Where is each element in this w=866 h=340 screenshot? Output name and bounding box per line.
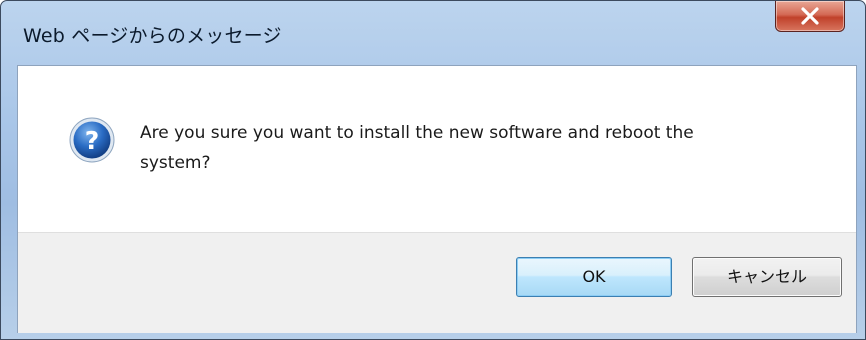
message-line-2: system? [140,153,211,173]
cancel-button[interactable]: キャンセル [692,257,842,297]
message-line-1: Are you sure you want to install the new… [140,123,694,143]
close-icon [801,7,819,25]
question-icon: ? [69,117,115,163]
ok-button[interactable]: OK [516,257,672,297]
title-bar[interactable]: Web ページからのメッセージ [1,1,865,65]
window-title: Web ページからのメッセージ [23,25,282,47]
svg-text:?: ? [85,126,100,155]
message-area: ? Are you sure you want to install the n… [18,66,856,232]
dialog-client-area: ? Are you sure you want to install the n… [17,65,857,333]
message-text: Are you sure you want to install the new… [140,118,820,178]
button-bar: OK キャンセル [18,232,856,333]
dialog-window: Web ページからのメッセージ ? Are you sure you want … [0,0,866,340]
close-button[interactable] [775,1,845,32]
